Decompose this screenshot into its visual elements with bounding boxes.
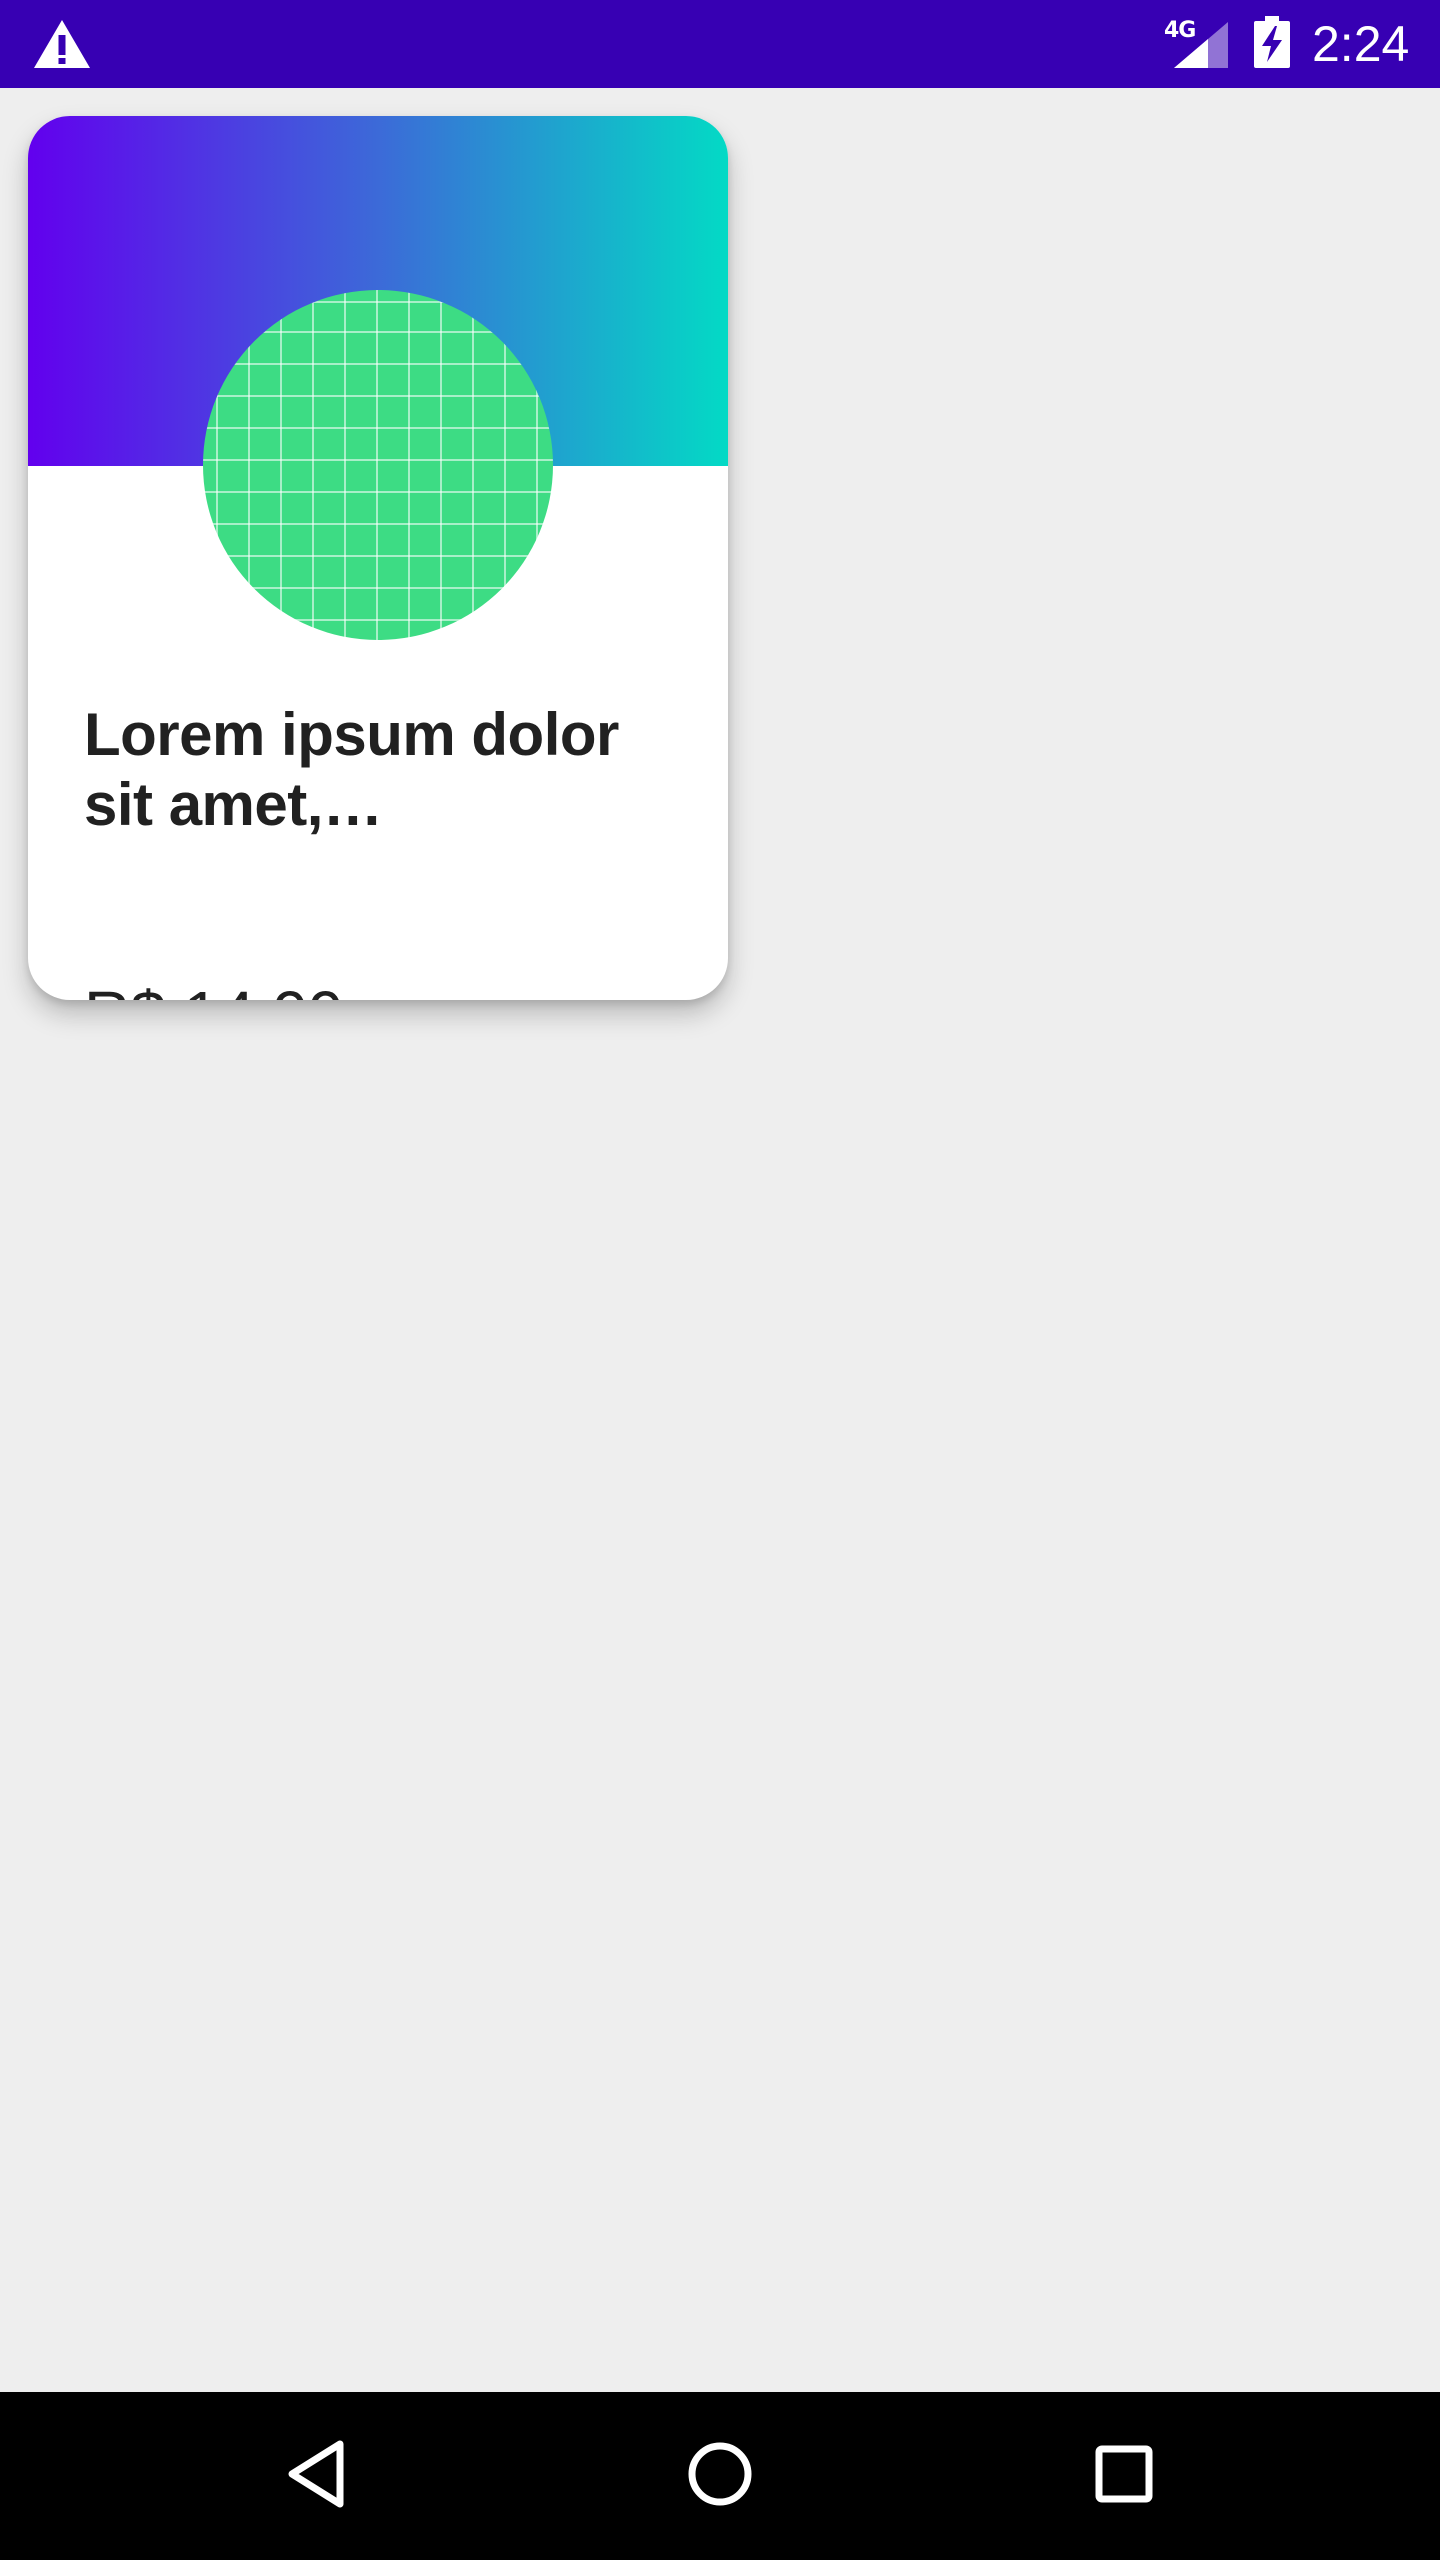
home-icon [686, 2440, 754, 2513]
status-time: 2:24 [1312, 16, 1410, 72]
recents-button[interactable] [1040, 2392, 1208, 2560]
warning-icon [32, 18, 92, 70]
back-icon [284, 2438, 348, 2515]
product-price: R$ 14,99 [84, 976, 344, 1000]
signal-icon [1174, 22, 1228, 68]
product-card[interactable]: Lorem ipsum dolor sit amet,… R$ 14,99 [28, 116, 728, 1000]
status-bar: 4G 2:24 [0, 0, 1440, 88]
product-image [203, 290, 553, 640]
product-title: Lorem ipsum dolor sit amet,… [84, 701, 619, 838]
recents-icon [1094, 2444, 1154, 2509]
back-button[interactable] [232, 2392, 400, 2560]
navigation-bar [0, 2392, 1440, 2560]
home-button[interactable] [636, 2392, 804, 2560]
app-screen: 4G 2:24 Lorem ipsum dolor sit amet,… R$ … [0, 0, 1440, 2560]
battery-charging-icon [1254, 16, 1290, 68]
